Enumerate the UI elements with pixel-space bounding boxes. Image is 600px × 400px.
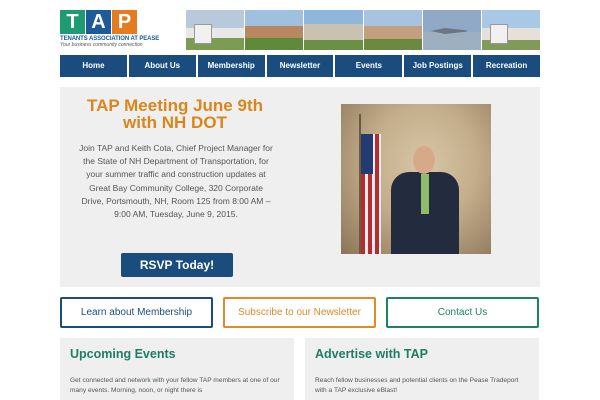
speaker-photo: [341, 104, 491, 254]
advertise-text: Reach fellow businesses and potential cl…: [315, 377, 519, 394]
header-photo-pease-sign: [481, 10, 541, 50]
rsvp-button[interactable]: RSVP Today!: [121, 253, 233, 277]
advertise-title[interactable]: Advertise with TAP: [315, 347, 428, 361]
nav-newsletter[interactable]: Newsletter: [266, 55, 334, 77]
nav-membership[interactable]: Membership: [197, 55, 265, 77]
hero-banner: TAP Meeting June 9th with NH DOT Join TA…: [60, 87, 540, 287]
nav-home[interactable]: Home: [60, 55, 127, 77]
speaker-head-shape: [413, 146, 435, 174]
main-nav: Home About Us Membership Newsletter Even…: [60, 55, 541, 77]
nav-events[interactable]: Events: [335, 55, 403, 77]
sign-shape: [194, 24, 212, 44]
logo-letter-a: A: [86, 10, 111, 34]
upcoming-events-panel: Upcoming Events Get connected and networ…: [60, 338, 294, 400]
learn-membership-button[interactable]: Learn about Membership: [60, 297, 213, 328]
contact-us-button[interactable]: Contact Us: [386, 297, 539, 328]
site-header: T A P TENANTS ASSOCIATION AT PEASE Your …: [60, 8, 541, 52]
logo-letter-t: T: [60, 10, 85, 34]
hero-description: Join TAP and Keith Cota, Chief Project M…: [79, 143, 273, 220]
jet-shape: [430, 28, 467, 34]
header-photo-glass-building: [304, 10, 363, 50]
nav-about-us[interactable]: About Us: [128, 55, 196, 77]
upcoming-events-text: Get connected and network with your fell…: [70, 377, 280, 394]
advertise-panel: Advertise with TAP Reach fellow business…: [305, 338, 539, 400]
speaker-tie-shape: [421, 174, 429, 214]
logo-letter-p: P: [112, 10, 137, 34]
nav-job-postings[interactable]: Job Postings: [404, 55, 472, 77]
header-photo-strip: [186, 10, 541, 50]
header-photo-building-sign: [186, 10, 245, 50]
header-photo-fighter-jets: [422, 10, 481, 50]
flag-canton-shape: [361, 134, 373, 174]
upcoming-events-title[interactable]: Upcoming Events: [70, 347, 176, 361]
sign-shape: [489, 24, 508, 44]
header-photo-brick-building: [363, 10, 422, 50]
nav-recreation[interactable]: Recreation: [473, 55, 541, 77]
header-photo-office-building: [245, 10, 304, 50]
tap-logo[interactable]: T A P TENANTS ASSOCIATION AT PEASE Your …: [60, 10, 159, 50]
subscribe-newsletter-button[interactable]: Subscribe to our Newsletter: [223, 297, 376, 328]
hero-title: TAP Meeting June 9th with NH DOT: [86, 96, 263, 132]
logo-tagline: Your business community connection: [60, 42, 143, 48]
logo-letters: T A P: [60, 10, 140, 34]
